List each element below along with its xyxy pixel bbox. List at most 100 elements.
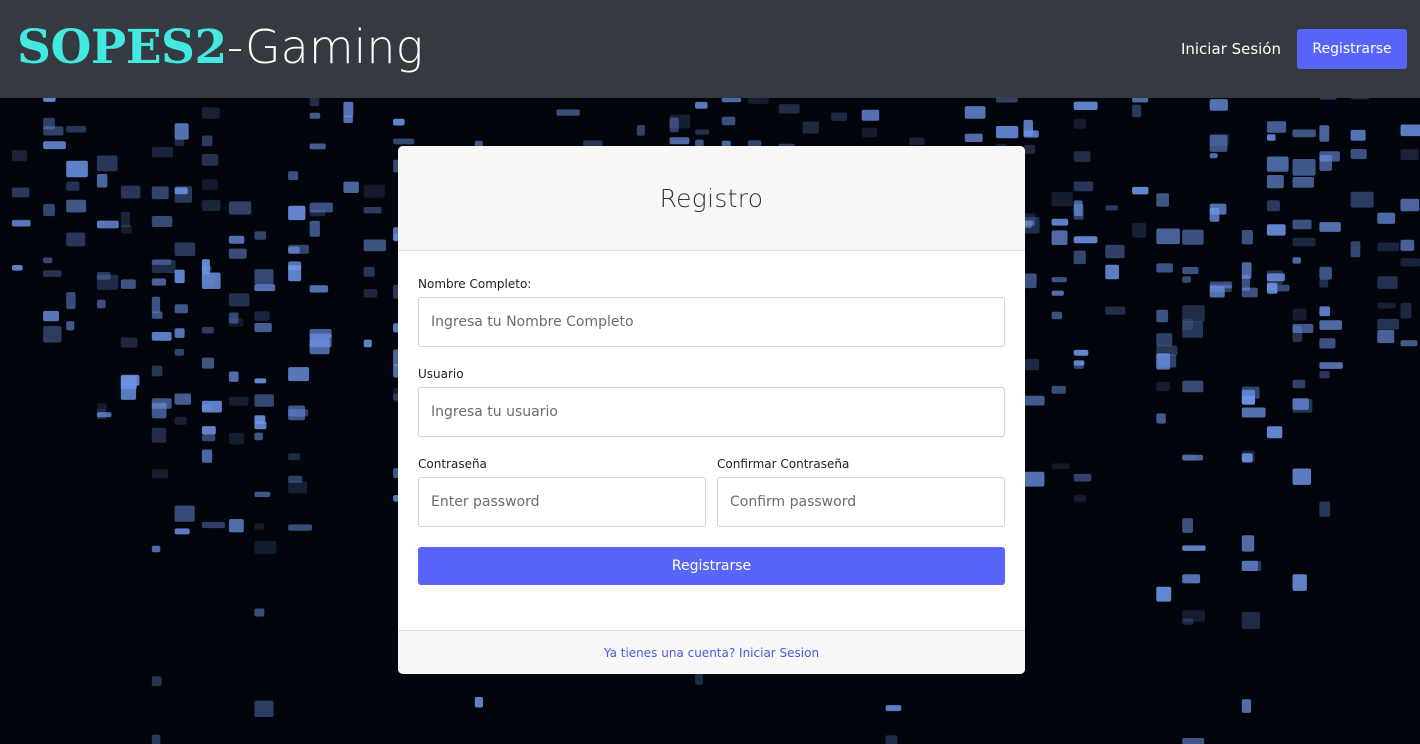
matrix-glyph	[201, 326, 214, 334]
login-redirect-link[interactable]: Ya tienes una cuenta? Iniciar Sesion	[604, 646, 819, 660]
matrix-glyph	[1266, 426, 1283, 439]
matrix-glyph	[228, 396, 249, 406]
matrix-glyph	[201, 449, 213, 463]
matrix-glyph	[1182, 454, 1197, 461]
matrix-glyph	[43, 98, 56, 102]
matrix-glyph	[1156, 309, 1169, 323]
nav-actions: Iniciar Sesión Registrarse	[1181, 29, 1407, 69]
matrix-glyph	[1023, 130, 1039, 138]
full-name-group: Nombre Completo:	[418, 277, 1005, 347]
matrix-glyph	[1319, 362, 1343, 369]
matrix-glyph	[43, 141, 66, 150]
matrix-glyph	[201, 357, 214, 369]
matrix-glyph	[1241, 230, 1253, 245]
password-input[interactable]	[418, 477, 706, 527]
matrix-glyph	[1023, 144, 1036, 154]
matrix-glyph	[288, 367, 310, 382]
matrix-glyph	[1350, 98, 1370, 100]
username-input[interactable]	[418, 387, 1005, 437]
full-name-label: Nombre Completo:	[418, 277, 532, 291]
matrix-glyph	[721, 116, 736, 126]
matrix-glyph	[1051, 277, 1067, 283]
matrix-glyph	[1292, 325, 1302, 342]
password-group: Contraseña	[418, 457, 706, 527]
matrix-glyph	[1266, 282, 1278, 294]
matrix-glyph	[174, 528, 190, 535]
matrix-glyph	[1182, 380, 1204, 393]
matrix-glyph	[201, 404, 213, 412]
nav-register-button[interactable]: Registrarse	[1297, 29, 1407, 69]
matrix-glyph	[43, 126, 64, 136]
matrix-glyph	[1182, 574, 1201, 584]
matrix-glyph	[363, 289, 378, 298]
brand-name-strong: SOPES2	[17, 19, 227, 75]
matrix-glyph	[201, 273, 215, 286]
matrix-glyph	[288, 475, 303, 483]
matrix-glyph	[228, 318, 244, 327]
matrix-glyph	[66, 321, 75, 331]
matrix-glyph	[1241, 699, 1252, 713]
brand-name-suffix: -Gaming	[226, 19, 424, 74]
nav-login-link[interactable]: Iniciar Sesión	[1181, 40, 1281, 58]
matrix-glyph	[1156, 333, 1173, 347]
matrix-glyph	[201, 154, 219, 166]
matrix-glyph	[1350, 191, 1374, 208]
matrix-glyph	[201, 426, 216, 435]
matrix-glyph	[228, 293, 250, 307]
brand-logo[interactable]: SOPES2 -Gaming	[17, 24, 423, 71]
register-submit-button[interactable]: Registrarse	[418, 547, 1005, 585]
matrix-glyph	[363, 239, 387, 252]
matrix-glyph	[1266, 273, 1285, 282]
confirm-password-label: Confirmar Contraseña	[717, 457, 850, 471]
matrix-glyph	[1241, 386, 1260, 399]
matrix-glyph	[1073, 495, 1087, 502]
full-name-input[interactable]	[418, 297, 1005, 347]
matrix-glyph	[802, 121, 819, 134]
matrix-glyph	[43, 270, 62, 277]
matrix-glyph	[151, 186, 169, 200]
matrix-glyph	[1051, 218, 1069, 226]
confirm-password-input[interactable]	[717, 477, 1005, 527]
matrix-glyph	[1400, 258, 1420, 267]
matrix-glyph	[1182, 276, 1191, 283]
matrix-glyph	[201, 200, 221, 211]
matrix-glyph	[1209, 99, 1228, 111]
matrix-glyph	[120, 337, 138, 348]
matrix-glyph	[1266, 134, 1276, 141]
matrix-glyph	[474, 697, 483, 708]
matrix-glyph	[288, 171, 299, 181]
matrix-glyph	[1182, 305, 1205, 323]
matrix-glyph	[309, 285, 329, 293]
matrix-glyph	[1073, 118, 1087, 129]
matrix-glyph	[1023, 395, 1045, 406]
matrix-glyph	[1182, 267, 1199, 275]
matrix-glyph	[151, 734, 161, 744]
matrix-glyph	[1292, 257, 1301, 264]
matrix-glyph	[1209, 153, 1218, 159]
matrix-glyph	[343, 181, 359, 193]
matrix-glyph	[151, 278, 166, 286]
matrix-glyph	[1377, 242, 1400, 252]
matrix-glyph	[1051, 385, 1066, 394]
matrix-glyph	[120, 279, 136, 289]
matrix-glyph	[996, 98, 1018, 103]
matrix-glyph	[309, 210, 326, 217]
matrix-glyph	[393, 138, 415, 145]
matrix-glyph	[1209, 203, 1227, 215]
matrix-glyph	[174, 505, 195, 522]
matrix-glyph	[669, 137, 690, 145]
matrix-glyph	[1023, 358, 1040, 371]
matrix-glyph	[151, 332, 172, 341]
matrix-glyph	[66, 181, 80, 191]
matrix-glyph	[1292, 308, 1307, 321]
matrix-glyph	[1073, 250, 1086, 265]
register-card: Registro Nombre Completo: Usuario Contra…	[398, 146, 1025, 674]
matrix-glyph	[254, 323, 272, 333]
matrix-glyph	[228, 248, 247, 259]
matrix-glyph	[695, 101, 708, 109]
matrix-glyph	[721, 98, 742, 103]
matrix-glyph	[1350, 129, 1366, 141]
matrix-glyph	[288, 405, 305, 421]
matrix-glyph	[151, 469, 168, 479]
matrix-glyph	[174, 187, 188, 195]
